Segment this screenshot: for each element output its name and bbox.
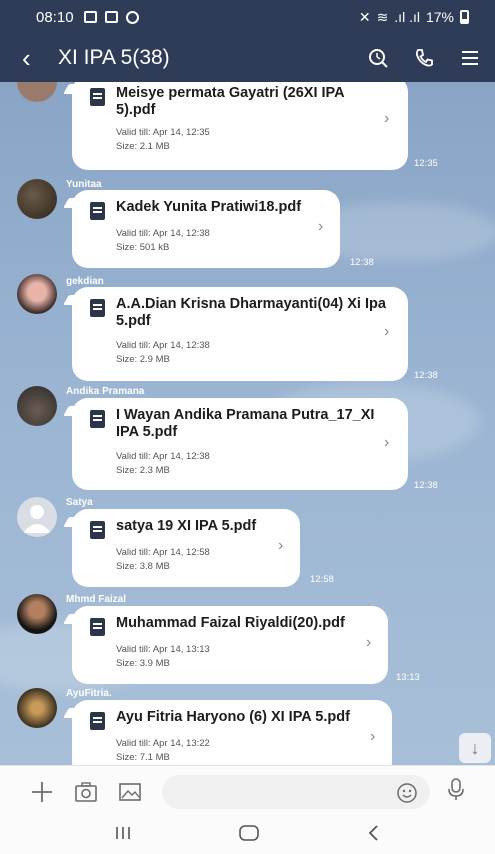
file-name: I Wayan Andika Pramana Putra_17_XI IPA 5… bbox=[116, 407, 375, 440]
file-icon bbox=[90, 521, 105, 539]
sender-name: Satya bbox=[66, 497, 93, 508]
file-name: A.A.Dian Krisna Dharmayanti(04) Xi Ipa 5… bbox=[116, 296, 386, 329]
arrow-down-icon: ↓ bbox=[470, 737, 480, 758]
file-icon bbox=[90, 299, 105, 317]
sender-name: AyuFitria. bbox=[66, 688, 112, 699]
file-name: Ayu Fitria Haryono (6) XI IPA 5.pdf bbox=[116, 709, 350, 725]
status-bar: 08:10 ✕ ≋ .ıl .ıl 17% bbox=[0, 0, 495, 34]
chat-header: ‹ XI IPA 5(38) bbox=[0, 34, 495, 82]
avatar[interactable] bbox=[17, 594, 57, 634]
file-icon bbox=[90, 88, 105, 106]
chat-area[interactable]: Meisye permata Gayatri (26XI IPA 5).pdf … bbox=[0, 82, 495, 765]
mic-icon[interactable] bbox=[446, 777, 466, 806]
message-time: 12:35 bbox=[414, 158, 438, 169]
file-valid: Valid till: Apr 14, 13:22 bbox=[116, 738, 210, 749]
plus-icon[interactable] bbox=[30, 780, 54, 804]
battery-percent: 17% bbox=[425, 9, 454, 25]
file-name: Muhammad Faizal Riyaldi(20).pdf bbox=[116, 615, 345, 631]
avatar[interactable] bbox=[17, 82, 57, 102]
recent-apps-icon[interactable] bbox=[113, 825, 133, 846]
chevron-right-icon: › bbox=[384, 434, 390, 451]
chat-title[interactable]: XI IPA 5(38) bbox=[58, 46, 170, 70]
sender-name: gekdian bbox=[66, 276, 104, 287]
status-time: 08:10 bbox=[36, 8, 74, 26]
file-size: Size: 2.3 MB bbox=[116, 465, 170, 476]
notification-icon bbox=[83, 11, 97, 23]
file-valid: Valid till: Apr 14, 12:58 bbox=[116, 547, 210, 558]
file-icon bbox=[90, 712, 105, 730]
chevron-right-icon: › bbox=[384, 323, 390, 340]
file-name: satya 19 XI IPA 5.pdf bbox=[116, 518, 257, 534]
file-bubble[interactable]: Meisye permata Gayatri (26XI IPA 5).pdf … bbox=[72, 82, 408, 170]
menu-icon[interactable] bbox=[459, 47, 481, 69]
file-name: Meisye permata Gayatri (26XI IPA 5).pdf bbox=[116, 85, 345, 118]
mute-icon: ✕ bbox=[358, 8, 371, 25]
file-bubble[interactable]: Ayu Fitria Haryono (6) XI IPA 5.pdf Vali… bbox=[72, 700, 392, 765]
message-time: 12:58 bbox=[310, 574, 334, 585]
scroll-down-button[interactable]: ↓ bbox=[459, 733, 491, 763]
phone-icon[interactable] bbox=[413, 47, 435, 69]
file-size: Size: 2.1 MB bbox=[116, 141, 170, 152]
whatsapp-notification-icon bbox=[125, 10, 139, 24]
avatar[interactable] bbox=[17, 688, 57, 728]
image-icon[interactable] bbox=[118, 781, 142, 803]
battery-icon bbox=[460, 10, 469, 24]
file-bubble[interactable]: Kadek Yunita Pratiwi18.pdf Valid till: A… bbox=[72, 190, 340, 268]
avatar[interactable] bbox=[17, 179, 57, 219]
file-size: Size: 3.8 MB bbox=[116, 561, 170, 572]
chevron-right-icon: › bbox=[366, 634, 372, 651]
file-bubble[interactable]: Muhammad Faizal Riyaldi(20).pdf Valid ti… bbox=[72, 606, 388, 684]
file-bubble[interactable]: I Wayan Andika Pramana Putra_17_XI IPA 5… bbox=[72, 398, 408, 490]
file-icon bbox=[90, 410, 105, 428]
back-nav-icon[interactable] bbox=[366, 824, 382, 847]
camera-icon[interactable] bbox=[74, 781, 98, 803]
gallery-notification-icon bbox=[104, 11, 118, 23]
file-size: Size: 7.1 MB bbox=[116, 752, 170, 763]
file-size: Size: 2.9 MB bbox=[116, 354, 170, 365]
message-time: 12:38 bbox=[350, 257, 374, 268]
wifi-icon: ≋ bbox=[376, 8, 389, 25]
chevron-right-icon: › bbox=[384, 110, 390, 127]
home-icon[interactable] bbox=[238, 824, 260, 847]
search-icon[interactable] bbox=[367, 47, 389, 69]
file-valid: Valid till: Apr 14, 12:38 bbox=[116, 451, 210, 462]
file-size: Size: 3.9 MB bbox=[116, 658, 170, 669]
file-size: Size: 501 kB bbox=[116, 242, 170, 253]
avatar[interactable] bbox=[17, 497, 57, 537]
avatar[interactable] bbox=[17, 386, 57, 426]
file-bubble[interactable]: satya 19 XI IPA 5.pdf Valid till: Apr 14… bbox=[72, 509, 300, 587]
chevron-right-icon: › bbox=[370, 728, 376, 745]
chevron-right-icon: › bbox=[278, 537, 284, 554]
input-bar bbox=[0, 765, 495, 817]
system-nav-bar bbox=[0, 817, 495, 854]
avatar[interactable] bbox=[17, 274, 57, 314]
sender-name: Mhmd Faizal bbox=[66, 594, 127, 605]
file-icon bbox=[90, 202, 105, 220]
message-time: 12:38 bbox=[414, 480, 438, 491]
file-valid: Valid till: Apr 14, 13:13 bbox=[116, 644, 210, 655]
emoji-icon[interactable] bbox=[396, 782, 418, 809]
message-time: 12:38 bbox=[414, 370, 438, 381]
chevron-right-icon: › bbox=[318, 218, 324, 235]
file-icon bbox=[90, 618, 105, 636]
file-name: Kadek Yunita Pratiwi18.pdf bbox=[116, 199, 302, 215]
message-time: 13:13 bbox=[396, 672, 420, 683]
file-bubble[interactable]: A.A.Dian Krisna Dharmayanti(04) Xi Ipa 5… bbox=[72, 287, 408, 381]
sender-name: Andika Pramana bbox=[66, 386, 145, 397]
file-valid: Valid till: Apr 14, 12:38 bbox=[116, 228, 210, 239]
sender-name: Yunitaa bbox=[66, 179, 102, 190]
signal-icon: .ıl .ıl bbox=[394, 9, 420, 25]
file-valid: Valid till: Apr 14, 12:35 bbox=[116, 127, 210, 138]
back-icon[interactable]: ‹ bbox=[22, 45, 50, 71]
message-input[interactable] bbox=[162, 774, 430, 809]
file-valid: Valid till: Apr 14, 12:38 bbox=[116, 340, 210, 351]
